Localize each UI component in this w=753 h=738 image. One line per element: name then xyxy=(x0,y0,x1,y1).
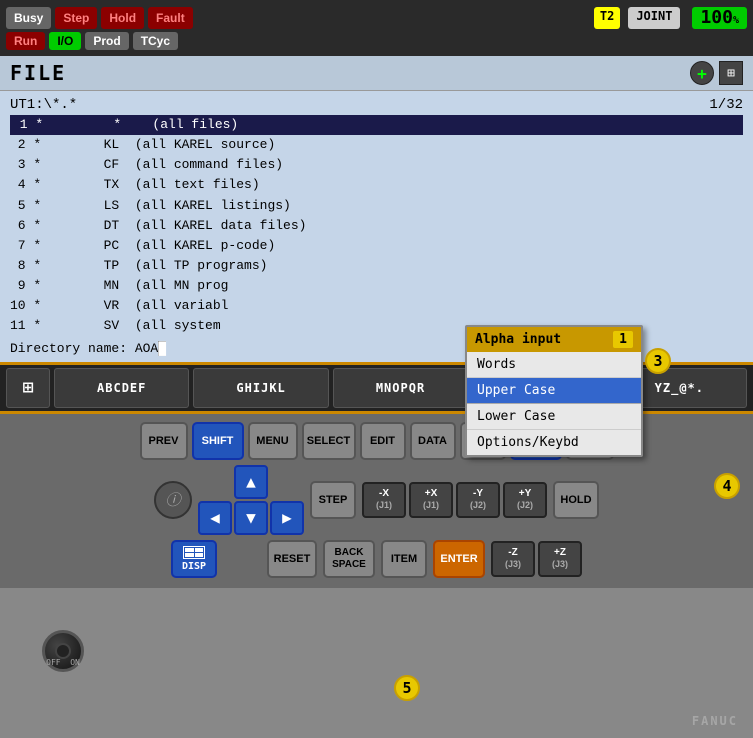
joint-badge: JOINT xyxy=(628,7,680,29)
run-btn[interactable]: Run xyxy=(6,32,45,50)
axis-pos-y[interactable]: +Y(J2) xyxy=(503,482,547,518)
terminal-page-info: 1/32 xyxy=(709,97,743,113)
arrow-left[interactable]: ◀ xyxy=(198,501,232,535)
arrow-down[interactable]: ▼ xyxy=(234,501,268,535)
keyboard-grid-icon[interactable]: ⊞ xyxy=(6,368,50,408)
axis-pos-z[interactable]: +Z(J3) xyxy=(538,541,582,577)
kbd-tab-ghijkl[interactable]: GHIJKL xyxy=(193,368,328,408)
terminal-path-row: UT1:\*.* 1/32 xyxy=(10,97,743,113)
arrow-cluster: ▲ ◀ ▼ ▶ xyxy=(198,465,304,535)
file-row[interactable]: 9 * MN (all MN prog xyxy=(10,276,743,296)
context-menu-num: 1 xyxy=(613,331,633,348)
prod-btn[interactable]: Prod xyxy=(85,32,128,50)
tcyc-btn[interactable]: TCyc xyxy=(133,32,178,50)
file-header: FILE + ⊞ xyxy=(0,56,753,91)
file-row[interactable]: 5 * LS (all KAREL listings) xyxy=(10,196,743,216)
shift-key-left[interactable]: SHIFT xyxy=(192,422,244,460)
edit-key[interactable]: EDIT xyxy=(360,422,406,460)
directory-label: Directory name: AOA xyxy=(10,341,158,356)
enter-key[interactable]: ENTER xyxy=(433,540,485,578)
step-key[interactable]: STEP xyxy=(310,481,356,519)
disp-key[interactable]: DISP xyxy=(171,540,217,578)
context-menu: Alpha input 1 Words Upper Case Lower Cas… xyxy=(465,325,643,457)
prev-key[interactable]: PREV xyxy=(140,422,188,460)
data-key[interactable]: DATA xyxy=(410,422,456,460)
percent-symbol: % xyxy=(733,15,739,26)
keyboard-row-2: ⓘ ▲ ◀ ▼ ▶ STEP -X(J1) +X(J1) -Y(J2) +Y(J… xyxy=(20,465,733,535)
axis-neg-z[interactable]: -Z(J3) xyxy=(491,541,535,577)
file-title: FILE xyxy=(10,61,66,85)
cursor: █ xyxy=(158,341,166,356)
file-list: 1 * * (all files) 2 * KL (all KAREL sour… xyxy=(10,115,743,337)
arrow-up[interactable]: ▲ xyxy=(234,465,268,499)
axis-pos-x[interactable]: +X(J1) xyxy=(409,482,453,518)
z-axis-keys: -Z(J3) +Z(J3) xyxy=(491,541,582,577)
busy-btn[interactable]: Busy xyxy=(6,7,51,29)
axis-keys-group: -X(J1) +X(J1) -Y(J2) +Y(J2) xyxy=(362,482,547,518)
file-header-icons: + ⊞ xyxy=(690,61,743,85)
zoom-icon[interactable]: + xyxy=(690,61,714,85)
badge-3: 3 xyxy=(645,348,671,374)
reset-key[interactable]: RESET xyxy=(267,540,317,578)
kbd-tab-abcdef[interactable]: ABCDEF xyxy=(54,368,189,408)
select-key[interactable]: SELECT xyxy=(302,422,356,460)
fault-btn[interactable]: Fault xyxy=(148,7,193,29)
file-row-selected[interactable]: 1 * * (all files) xyxy=(10,115,743,135)
file-row[interactable]: 4 * TX (all text files) xyxy=(10,175,743,195)
file-row[interactable]: 8 * TP (all TP programs) xyxy=(10,256,743,276)
file-row[interactable]: 3 * CF (all command files) xyxy=(10,155,743,175)
percent-badge: 100% xyxy=(692,7,747,29)
axis-neg-y[interactable]: -Y(J2) xyxy=(456,482,500,518)
terminal-path: UT1:\*.* xyxy=(10,97,77,113)
context-menu-header: Alpha input 1 xyxy=(467,327,641,352)
backspace-key[interactable]: BACKSPACE xyxy=(323,540,375,578)
knob-label: OFF ON xyxy=(36,658,90,667)
arrow-right[interactable]: ▶ xyxy=(270,501,304,535)
file-row[interactable]: 2 * KL (all KAREL source) xyxy=(10,135,743,155)
percent-value: 100 xyxy=(700,7,733,28)
item-key[interactable]: ITEM xyxy=(381,540,427,578)
t2-badge: T2 xyxy=(594,7,620,29)
step-btn[interactable]: Step xyxy=(55,7,97,29)
axis-neg-x[interactable]: -X(J1) xyxy=(362,482,406,518)
context-item-options[interactable]: Options/Keybd xyxy=(467,430,641,455)
kbd-tab-mnopqr[interactable]: MNOPQR xyxy=(333,368,468,408)
file-row[interactable]: 7 * PC (all KAREL p-code) xyxy=(10,236,743,256)
context-item-words[interactable]: Words xyxy=(467,352,641,378)
context-item-uppercase[interactable]: Upper Case xyxy=(467,378,641,404)
context-menu-title: Alpha input xyxy=(475,332,561,347)
file-row[interactable]: 6 * DT (all KAREL data files) xyxy=(10,216,743,236)
io-btn[interactable]: I/O xyxy=(49,32,81,50)
hold-btn[interactable]: Hold xyxy=(101,7,144,29)
status-bar: Busy Step Hold Fault T2 JOINT 100% Run I… xyxy=(0,0,753,56)
hold-key[interactable]: HOLD xyxy=(553,481,599,519)
file-row[interactable]: 10 * VR (all variabl xyxy=(10,296,743,316)
context-item-lowercase[interactable]: Lower Case xyxy=(467,404,641,430)
fanuc-logo: FANUC xyxy=(692,714,738,728)
menu-key[interactable]: MENU xyxy=(248,422,298,460)
badge-4: 4 xyxy=(714,473,740,499)
info-key[interactable]: ⓘ xyxy=(154,481,192,519)
grid-view-icon[interactable]: ⊞ xyxy=(719,61,743,85)
keyboard-row-3: DISP RESET BACKSPACE ITEM ENTER -Z(J3) +… xyxy=(20,540,733,578)
terminal-area: UT1:\*.* 1/32 1 * * (all files) 2 * KL (… xyxy=(0,91,753,362)
badge-5: 5 xyxy=(394,675,420,701)
